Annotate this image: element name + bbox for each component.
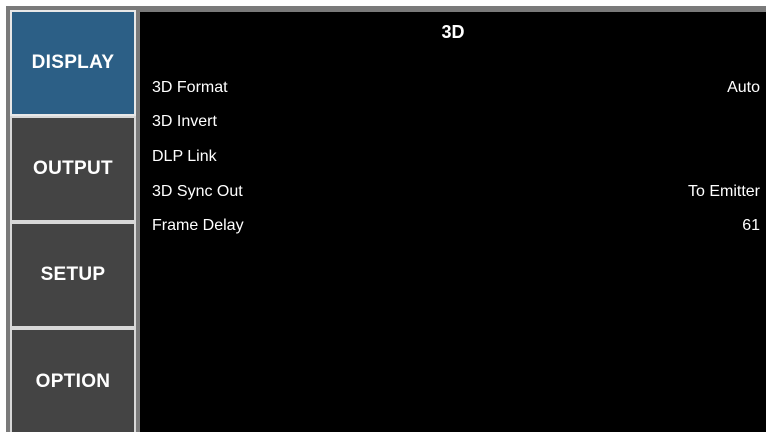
- setting-value: 61: [742, 217, 760, 234]
- tab-option[interactable]: OPTION: [10, 328, 136, 436]
- tab-setup[interactable]: SETUP: [10, 222, 136, 328]
- setting-value: To Emitter: [687, 183, 760, 200]
- setting-row-3d-sync-out[interactable]: 3D Sync Out To Emitter: [152, 178, 760, 206]
- setting-label: 3D Format: [152, 79, 228, 96]
- settings-panel: 3D 3D Format Auto 3D Invert DLP Link 3D …: [140, 12, 766, 436]
- bottom-edge: [6, 432, 766, 436]
- setting-label: Frame Delay: [152, 217, 244, 234]
- setting-row-3d-invert[interactable]: 3D Invert: [152, 108, 760, 136]
- sidebar: DISPLAY OUTPUT SETUP OPTION: [10, 10, 136, 436]
- panel-title: 3D: [441, 22, 465, 42]
- tab-display[interactable]: DISPLAY: [10, 10, 136, 116]
- setting-row-3d-format[interactable]: 3D Format Auto: [152, 74, 760, 102]
- setting-row-dlp-link[interactable]: DLP Link: [152, 143, 760, 171]
- setting-row-frame-delay[interactable]: Frame Delay 61: [152, 212, 760, 240]
- setting-value: Auto: [727, 79, 760, 96]
- setting-label: DLP Link: [152, 148, 217, 165]
- tab-output[interactable]: OUTPUT: [10, 116, 136, 222]
- setting-label: 3D Invert: [152, 113, 217, 130]
- setting-label: 3D Sync Out: [152, 183, 243, 200]
